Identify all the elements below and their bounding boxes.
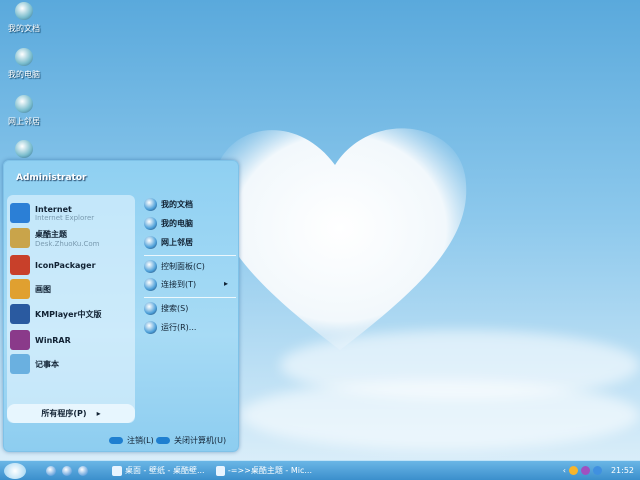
pinned-program-text: Internet Internet Explorer: [35, 205, 94, 222]
my-documents-icon: [144, 198, 157, 211]
browser-icon: [112, 465, 122, 476]
winrar-icon: [10, 330, 30, 350]
desktop-quicklaunch-icon[interactable]: [78, 465, 88, 476]
pinned-program[interactable]: WinRAR: [10, 330, 71, 350]
start-menu-item[interactable]: 网上邻居: [144, 236, 193, 249]
iconpackager-icon: [10, 255, 30, 275]
start-menu-item[interactable]: 搜索(S): [144, 302, 188, 315]
submenu-arrow-icon: ▸: [224, 279, 229, 288]
my-documents-icon: [15, 2, 33, 20]
volume-icon[interactable]: [592, 466, 602, 475]
pinned-program[interactable]: IconPackager: [10, 255, 96, 275]
start-menu-item[interactable]: 我的电脑: [144, 217, 193, 230]
logoff-button[interactable]: 注销(L): [109, 435, 154, 446]
network-places-icon: [15, 95, 33, 113]
shutdown-icon: [156, 437, 170, 444]
pinned-program-subtitle: Internet Explorer: [35, 213, 95, 222]
connect-to-icon: [144, 278, 157, 291]
pinned-program[interactable]: 记事本: [10, 354, 59, 374]
pinned-program[interactable]: 画图: [10, 279, 51, 299]
ie-quicklaunch-icon[interactable]: [46, 465, 56, 476]
start-menu: Administrator Internet Internet Explorer 桌…: [3, 160, 239, 452]
pinned-program[interactable]: 桌酷主题 Desk.ZhuoKu.Com: [10, 228, 99, 248]
start-menu-item[interactable]: 连接到(T): [144, 278, 196, 291]
notepad-icon: [10, 354, 30, 374]
task-button[interactable]: -=>>桌酷主题 - Mic...: [216, 465, 312, 476]
taskbar: 桌面 - 壁纸 - 桌酷壁... -=>>桌酷主题 - Mic... ‹ 21:…: [0, 460, 640, 480]
kmplayer-icon: [10, 304, 30, 324]
pinned-program-title: Internet: [35, 204, 72, 214]
tray-expand-icon[interactable]: ‹: [563, 466, 566, 475]
media-quicklaunch-icon[interactable]: [62, 465, 72, 476]
desktop-icon-my-documents[interactable]: 我的文档: [4, 2, 44, 34]
desktop-icon-partial[interactable]: [4, 140, 44, 161]
zhuoku-theme-icon: [10, 228, 30, 248]
system-tray: ‹ 21:52: [563, 466, 640, 475]
task-button[interactable]: 桌面 - 壁纸 - 桌酷壁...: [112, 465, 208, 476]
desktop-app-icon: [15, 140, 33, 158]
divider: [144, 255, 236, 256]
pinned-program-title: KMPlayer中文版: [35, 309, 102, 319]
pinned-program-text: 画图: [35, 284, 51, 295]
my-computer-icon: [144, 217, 157, 230]
logoff-icon: [109, 437, 123, 444]
qq-icon[interactable]: [568, 466, 578, 475]
pinned-program[interactable]: KMPlayer中文版: [10, 304, 102, 324]
pinned-program-title: 桌酷主题: [35, 229, 67, 239]
network-places-icon: [144, 236, 157, 249]
my-computer-icon: [15, 48, 33, 66]
desktop-icon-network-places[interactable]: 网上邻居: [4, 95, 44, 127]
pinned-program-title: IconPackager: [35, 260, 96, 270]
internet-explorer-icon: [10, 203, 30, 223]
pinned-program-text: 桌酷主题 Desk.ZhuoKu.Com: [35, 229, 99, 248]
pinned-program-text: IconPackager: [35, 261, 96, 270]
user-name: Administrator: [16, 173, 87, 183]
pinned-program-text: WinRAR: [35, 336, 71, 345]
arrow-right-icon: ▸: [96, 409, 101, 418]
control-panel-icon: [144, 260, 157, 273]
paint-icon: [10, 279, 30, 299]
desktop-icon-my-computer[interactable]: 我的电脑: [4, 48, 44, 80]
pinned-program-text: 记事本: [35, 359, 59, 370]
start-menu-item[interactable]: 运行(R)...: [144, 321, 196, 334]
pinned-program-subtitle: Desk.ZhuoKu.Com: [35, 239, 100, 248]
pinned-program[interactable]: Internet Internet Explorer: [10, 203, 94, 223]
shutdown-button[interactable]: 关闭计算机(U): [156, 435, 226, 446]
start-menu-item[interactable]: 我的文档: [144, 198, 193, 211]
pinned-program-title: 画图: [35, 284, 51, 294]
all-programs-button[interactable]: 所有程序(P) ▸: [7, 404, 135, 423]
search-icon: [144, 302, 157, 315]
tray-app-icon[interactable]: [580, 466, 590, 475]
pinned-program-text: KMPlayer中文版: [35, 309, 102, 320]
start-menu-item[interactable]: 控制面板(C): [144, 260, 205, 273]
pinned-program-title: 记事本: [35, 359, 59, 369]
document-icon: [216, 465, 225, 476]
run-icon: [144, 321, 157, 334]
clock[interactable]: 21:52: [611, 466, 634, 475]
divider: [144, 297, 236, 298]
start-button[interactable]: [4, 462, 26, 479]
pinned-program-title: WinRAR: [35, 335, 71, 345]
